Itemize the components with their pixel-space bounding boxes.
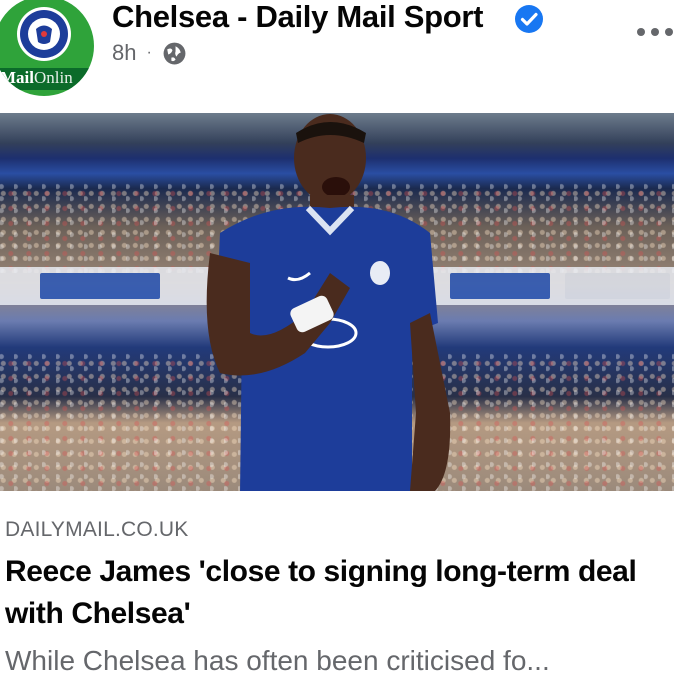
post-header: MailOnlin Chelsea - Daily Mail Sport 8h … — [0, 0, 674, 112]
post-meta: 8h · — [112, 40, 187, 66]
post-timestamp[interactable]: 8h — [112, 40, 136, 66]
footballer-celebrating-image — [206, 114, 451, 491]
link-headline[interactable]: Reece James 'close to signing long-term … — [5, 551, 669, 635]
verified-badge-icon — [515, 5, 543, 33]
avatar-logo-text: MailOnlin — [0, 68, 73, 87]
more-options-icon[interactable] — [636, 22, 674, 42]
link-description: While Chelsea has often been criticised … — [5, 645, 550, 676]
link-preview-card[interactable]: DAILYMAIL.CO.UK Reece James 'close to si… — [0, 491, 674, 691]
link-preview-image[interactable] — [0, 113, 674, 491]
page-avatar[interactable]: MailOnlin — [0, 0, 94, 96]
link-domain: DAILYMAIL.CO.UK — [5, 518, 189, 541]
globe-icon[interactable] — [162, 41, 187, 66]
meta-separator: · — [146, 44, 152, 61]
page-name-link[interactable]: Chelsea - Daily Mail Sport — [112, 0, 484, 35]
